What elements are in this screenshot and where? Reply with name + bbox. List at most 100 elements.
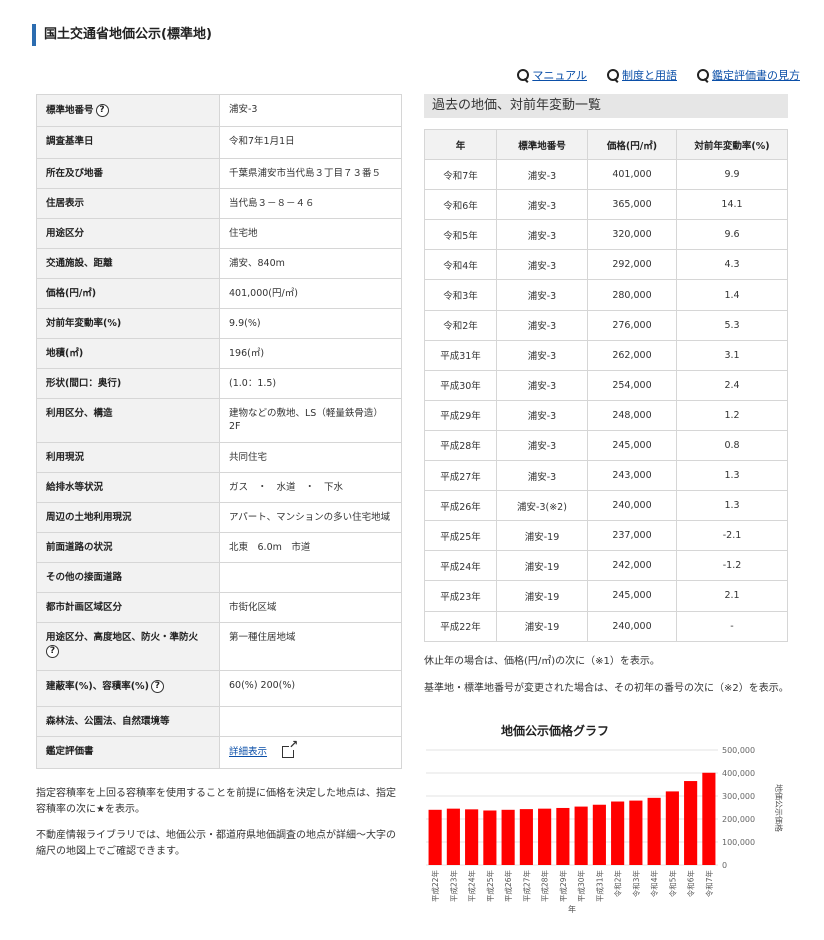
info-label: 価格(円/㎡) — [36, 278, 220, 309]
history-price: 365,000 — [587, 189, 677, 221]
history-row: 平成31年 浦安-3 262,000 3.1 — [424, 339, 788, 371]
history-price: 240,000 — [587, 610, 677, 642]
price-bar — [519, 809, 533, 865]
history-change: 1.3 — [676, 490, 788, 522]
help-icon[interactable]: ? — [46, 644, 59, 658]
history-change: 3.1 — [676, 339, 788, 371]
info-value: ガス ・ 水道 ・ 下水 — [219, 472, 402, 503]
history-row: 平成25年 浦安-19 237,000 -2.1 — [424, 520, 788, 552]
price-bar — [483, 810, 497, 865]
info-label: 利用区分、構造 — [36, 398, 220, 443]
info-row: 所在及び地番 千葉県浦安市当代島３丁目７３番５ — [36, 158, 402, 189]
info-label: 給排水等状況 — [36, 472, 220, 503]
history-row: 平成23年 浦安-19 245,000 2.1 — [424, 580, 788, 612]
y-tick-label: 200,000 — [722, 815, 755, 824]
help-icon[interactable]: ? — [150, 680, 164, 693]
history-change: -2.1 — [676, 520, 788, 552]
info-value — [219, 562, 402, 593]
page-title: 国土交通省地価公示(標準地) — [32, 24, 212, 46]
info-value: 北東 6.0m 市道 — [219, 532, 402, 563]
history-year: 令和7年 — [424, 159, 497, 191]
history-change: 0.8 — [676, 429, 788, 462]
history-price: 401,000 — [587, 159, 677, 191]
history-change: 14.1 — [676, 189, 788, 221]
search-icon — [697, 69, 709, 81]
price-bar — [611, 801, 625, 865]
history-price: 280,000 — [587, 279, 677, 311]
x-tick-label: 平成24年 — [467, 870, 477, 903]
info-row: 住居表示 当代島３－８－４６ — [36, 188, 402, 219]
info-row: 都市計画区域区分 市街化区域 — [36, 592, 402, 623]
col-number: 標準地番号 — [496, 128, 588, 161]
y-tick-label: 400,000 — [722, 769, 755, 778]
search-icon — [517, 69, 530, 81]
history-row: 平成24年 浦安-19 242,000 -1.2 — [424, 550, 788, 582]
history-number: 浦安-19 — [496, 580, 588, 612]
history-number: 浦安-3 — [496, 249, 588, 281]
y-tick-label: 300,000 — [722, 792, 755, 801]
history-number: 浦安-3 — [496, 189, 588, 221]
info-label: 地積(㎡) — [36, 338, 220, 369]
info-row: 建蔽率(%)、容積率(%)? 60(%) 200(%) — [36, 670, 402, 707]
history-price: 248,000 — [587, 399, 677, 431]
info-value: 共同住宅 — [219, 442, 402, 473]
price-bar — [702, 772, 716, 865]
history-change: 1.2 — [676, 399, 788, 431]
x-tick-label: 令和3年 — [631, 870, 641, 898]
history-year: 平成27年 — [424, 460, 497, 492]
history-year: 令和4年 — [424, 249, 497, 281]
info-row: 前面道路の状況 北東 6.0m 市道 — [36, 532, 402, 563]
history-row: 令和3年 浦安-3 280,000 1.4 — [424, 279, 788, 311]
col-change: 対前年変動率(%) — [676, 128, 788, 161]
info-row: 用途区分 住宅地 — [36, 218, 402, 249]
help-icon[interactable]: ? — [95, 104, 109, 117]
history-change: 5.3 — [676, 309, 788, 341]
x-tick-label: 平成29年 — [558, 870, 568, 903]
appraisal-detail-link[interactable]: 詳細表示 — [229, 747, 267, 758]
search-icon — [607, 69, 619, 81]
info-label: 用途区分 — [36, 218, 220, 249]
terms-link-label: 制度と用語 — [622, 69, 677, 82]
info-row: 交通施設、距離 浦安、840m — [36, 248, 402, 279]
x-tick-label: 令和2年 — [613, 870, 623, 898]
history-price: 320,000 — [587, 219, 677, 251]
history-price: 276,000 — [587, 309, 677, 341]
info-value: 60(%) 200(%) — [219, 670, 402, 707]
land-info-table: 標準地番号? 浦安-3 調査基準日 令和7年1月1日 所在及び地番 千葉県浦安市… — [36, 94, 402, 769]
x-tick-label: 令和5年 — [667, 870, 677, 898]
manual-link[interactable]: マニュアル — [517, 67, 587, 83]
price-bar — [465, 809, 479, 865]
appraisal-guide-link[interactable]: 鑑定評価書の見方 — [697, 67, 800, 83]
history-year: 平成30年 — [424, 369, 497, 401]
info-row: 形状(間口：奥行) (1.0：1.5) — [36, 368, 402, 399]
history-price: 243,000 — [587, 460, 677, 492]
y-tick-label: 0 — [722, 861, 727, 870]
price-bar — [647, 797, 661, 865]
y-tick-label: 500,000 — [722, 746, 755, 755]
history-price: 245,000 — [587, 580, 677, 612]
external-link-icon[interactable] — [282, 739, 299, 758]
history-row: 令和4年 浦安-3 292,000 4.3 — [424, 249, 788, 281]
info-row: 用途区分、高度地区、防火・準防火? 第一種住居地域 — [36, 622, 402, 671]
history-price: 237,000 — [587, 520, 677, 552]
info-row: 森林法、公園法、自然環境等 — [36, 706, 402, 737]
history-price: 292,000 — [587, 249, 677, 281]
history-change: -1.2 — [676, 550, 788, 582]
price-bar — [428, 809, 442, 865]
info-label: 都市計画区域区分 — [36, 592, 220, 623]
renumber-note: 基準地・標準地番号が変更された場合は、その初年の番号の次に（※2）を表示。 — [424, 683, 789, 694]
info-row: 鑑定評価書 詳細表示 — [36, 736, 402, 769]
appraisal-guide-link-label: 鑑定評価書の見方 — [712, 69, 800, 82]
history-change: 2.4 — [676, 369, 788, 401]
info-label: 前面道路の状況 — [36, 532, 220, 563]
history-price: 240,000 — [587, 490, 677, 522]
y-axis-label: 地価公示価格 — [774, 784, 784, 832]
col-price: 価格(円/㎡) — [587, 128, 677, 161]
info-value: 住宅地 — [219, 218, 402, 249]
info-label: 対前年変動率(%) — [36, 308, 220, 339]
history-change: 9.6 — [676, 219, 788, 251]
info-row: 利用現況 共同住宅 — [36, 442, 402, 473]
x-tick-label: 平成25年 — [485, 870, 495, 903]
terms-link[interactable]: 制度と用語 — [607, 67, 677, 83]
x-tick-label: 平成27年 — [521, 870, 531, 903]
